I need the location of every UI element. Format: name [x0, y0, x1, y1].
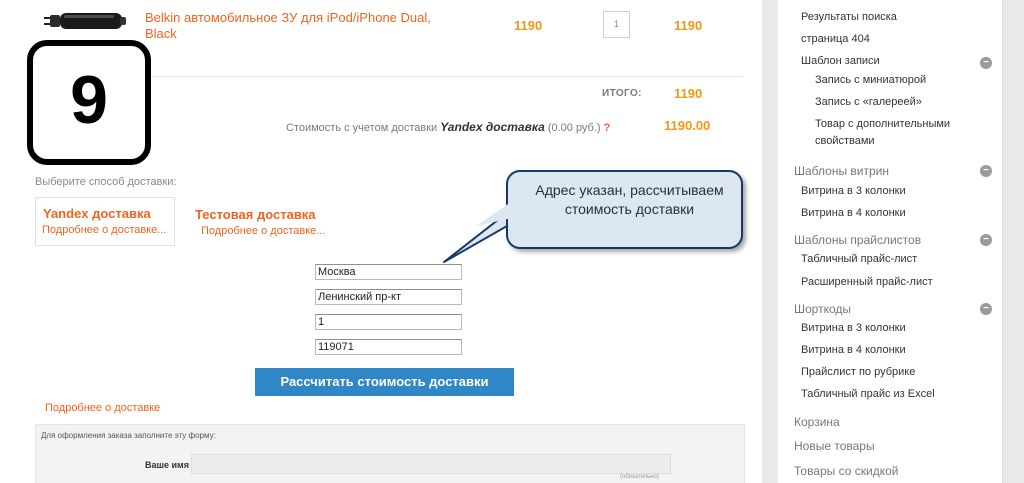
product-price: 1190: [514, 18, 543, 33]
sidebar-group-pricelists[interactable]: Шаблоны прайслистов: [794, 233, 921, 247]
sidebar-item-pricelist-by-category[interactable]: Прайслист по рубрике: [801, 366, 915, 378]
collapse-icon[interactable]: −: [980, 57, 992, 69]
delivery-option-test[interactable]: Тестовая доставка: [195, 207, 316, 222]
sidebar-menu: Результаты поиска страница 404 Шаблон за…: [778, 0, 1002, 483]
street-input[interactable]: [315, 289, 462, 305]
product-name-link[interactable]: Belkin автомобильное ЗУ для iPod/iPhone …: [145, 10, 465, 42]
delivery-details-link[interactable]: Подробнее о доставке...: [42, 224, 166, 236]
page-edge: [1002, 0, 1003, 483]
order-form-header: Для оформления заказа заполните эту форм…: [41, 431, 216, 440]
house-input[interactable]: [315, 314, 462, 330]
delivery-cost-line: Стоимость с учетом доставки Yandex доста…: [286, 120, 610, 134]
sidebar-subitem-product[interactable]: Товар с дополнительными свойствами: [815, 116, 985, 150]
total-value: 1190: [674, 86, 703, 101]
callout-tail-cover: [476, 200, 514, 226]
sidebar-item-showcase-3[interactable]: Витрина в 3 колонки: [801, 185, 906, 197]
quantity-input[interactable]: 1: [603, 11, 630, 38]
sidebar-link-discounts[interactable]: Товары со скидкой: [794, 464, 898, 478]
name-input[interactable]: [191, 454, 671, 474]
sidebar-subitem-thumbnail[interactable]: Запись с миниатюрой: [815, 72, 926, 89]
required-note: (обязательно): [620, 474, 659, 480]
delivery-prefix: Стоимость с учетом доставки: [286, 122, 438, 134]
sidebar-item-shortcode-showcase-4[interactable]: Витрина в 4 колонки: [801, 344, 906, 356]
cart-page: Belkin автомобильное ЗУ для iPod/iPhone …: [0, 0, 762, 483]
sidebar-item-search-results[interactable]: Результаты поиска: [801, 11, 897, 23]
sidebar-item-404[interactable]: страница 404: [801, 33, 870, 45]
sidebar-link-new-products[interactable]: Новые товары: [794, 439, 875, 453]
help-question-icon[interactable]: ?: [604, 122, 611, 134]
delivery-details-link[interactable]: Подробнее о доставке...: [201, 225, 325, 237]
collapse-icon[interactable]: −: [980, 234, 992, 246]
city-input[interactable]: [315, 264, 462, 280]
sidebar-item-post-template[interactable]: Шаблон записи: [801, 55, 880, 67]
sidebar-item-table-pricelist[interactable]: Табличный прайс-лист: [801, 253, 917, 265]
sidebar-group-shortcodes[interactable]: Шорткоды: [794, 302, 851, 316]
sidebar-subitem-gallery[interactable]: Запись с «галереей»: [815, 94, 922, 111]
step-number-badge: 9: [27, 40, 151, 165]
sidebar-link-cart[interactable]: Корзина: [794, 415, 840, 429]
delivery-total-value: 1190.00: [664, 118, 711, 133]
sidebar-item-shortcode-showcase-3[interactable]: Витрина в 3 колонки: [801, 322, 906, 334]
product-sum: 1190: [674, 18, 703, 33]
delivery-info-link[interactable]: Подробнее о доставке: [45, 402, 160, 414]
delivery-option-yandex[interactable]: [35, 197, 175, 246]
name-field-label: Ваше имя: [145, 460, 189, 470]
zip-input[interactable]: [315, 339, 462, 355]
car-charger-icon[interactable]: [44, 8, 128, 34]
sidebar-group-showcases[interactable]: Шаблоны витрин: [794, 164, 889, 178]
delivery-cost: (0.00 руб.): [547, 122, 601, 134]
callout-bubble: Адрес указан, рассчитываем стоимость дос…: [506, 170, 743, 249]
delivery-option-title[interactable]: Yandex доставка: [43, 206, 151, 221]
sidebar-item-extended-pricelist[interactable]: Расширенный прайс-лист: [801, 276, 933, 288]
choose-delivery-label: Выберите способ доставки:: [35, 176, 177, 188]
total-label: ИТОГО:: [602, 88, 642, 99]
collapse-icon[interactable]: −: [980, 303, 992, 315]
sidebar-item-excel-pricelist[interactable]: Табличный прайс из Excel: [801, 388, 935, 400]
calculate-delivery-button[interactable]: Рассчитать стоимость доставки: [255, 368, 514, 396]
sidebar-item-partial: [801, 0, 804, 4]
sidebar-item-showcase-4[interactable]: Витрина в 4 колонки: [801, 207, 906, 219]
collapse-icon[interactable]: −: [980, 165, 992, 177]
delivery-method-name: Yandex доставка: [440, 120, 545, 134]
